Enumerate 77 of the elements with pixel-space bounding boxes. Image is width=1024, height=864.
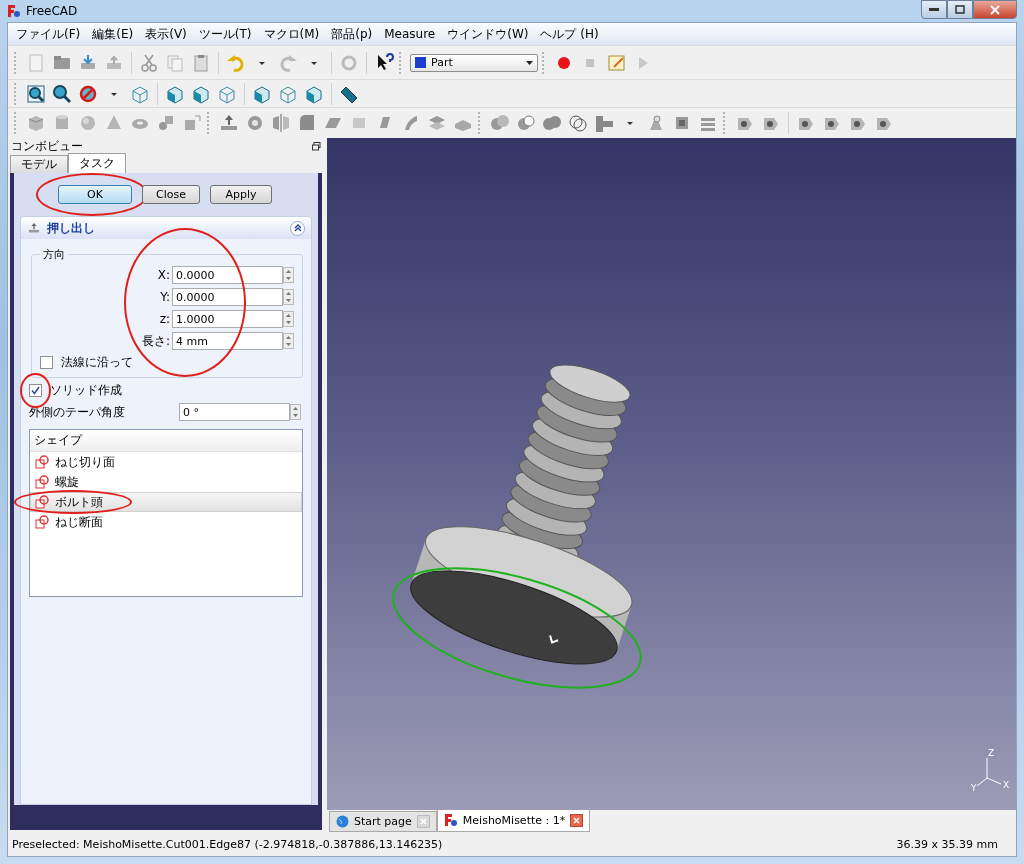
menu-item[interactable]: 表示(V) (139, 25, 193, 43)
list-item[interactable]: ねじ断面 (30, 512, 302, 532)
tab-close-button[interactable] (570, 813, 584, 827)
menu-item[interactable]: マクロ(M) (257, 25, 326, 43)
field-label: Y: (160, 290, 170, 304)
float-icon[interactable] (312, 141, 321, 151)
spin-field[interactable]: 4 mm (172, 332, 283, 350)
checkbox[interactable] (29, 384, 42, 397)
spin-arrows-icon[interactable] (283, 311, 294, 327)
checkbox-label: ソリッド作成 (50, 382, 122, 399)
spin-arrows-icon[interactable] (283, 333, 294, 349)
extrude-icon (27, 221, 41, 235)
spin-field[interactable]: 0 ° (179, 403, 290, 421)
workbench-dropdown[interactable]: Part (410, 53, 538, 72)
menu-item[interactable]: ツール(T) (192, 25, 258, 43)
document-tab[interactable]: Start page (329, 811, 437, 832)
field-label: 長さ: (141, 332, 170, 350)
shape-icon (35, 515, 49, 529)
mirror-icon[interactable] (270, 112, 292, 134)
menu-item[interactable]: ファイル(F) (10, 25, 87, 43)
minimize-icon (929, 7, 939, 12)
status-dimensions: 36.39 x 35.39 mm (896, 837, 998, 851)
panel-tab[interactable]: タスク (68, 153, 126, 173)
list-item[interactable]: ボルト頭 (30, 492, 302, 512)
close-icon (419, 818, 427, 825)
fit-all-icon[interactable] (25, 82, 47, 105)
collapse-button[interactable] (290, 220, 305, 236)
dialog-button[interactable]: Close (142, 185, 200, 204)
minimize-button[interactable] (921, 0, 947, 19)
spin-arrows-icon[interactable] (290, 404, 301, 420)
dock-title: コンボビュー (11, 137, 83, 155)
field-label: z: (159, 312, 170, 326)
panel-title: 押し出し (47, 219, 95, 237)
menu-item[interactable]: Measure (378, 27, 442, 41)
annotation-ellipse (20, 373, 51, 408)
spin-arrows-icon[interactable] (283, 267, 294, 283)
axis-label: Z (988, 748, 995, 758)
spin-field[interactable]: 0.0000 (172, 288, 283, 306)
field-label: 外側のテーパ角度 (29, 403, 125, 421)
group-title: 方向 (42, 247, 66, 262)
status-message: Preselected: MeishoMisette.Cut001.Edge87 (-2.974818,-0.387886,13.146235) (12, 837, 443, 851)
maximize-button[interactable] (947, 0, 973, 19)
chevrons-icon (293, 224, 302, 232)
list-item[interactable]: ねじ切り面 (30, 452, 302, 472)
field-label: X: (157, 268, 170, 282)
spin-field[interactable]: 0.0000 (172, 266, 283, 284)
axis-label: Y (971, 783, 977, 793)
menu-item[interactable]: ヘルプ (H) (534, 25, 605, 43)
axis-label: X (1003, 780, 1010, 790)
document-tab[interactable]: MeishoMisette : 1* (436, 809, 591, 832)
list-item[interactable]: 螺旋 (30, 472, 302, 492)
checkbox-label: 法線に沿って (61, 354, 133, 371)
shape-icon (35, 475, 49, 489)
axis-indicator (976, 757, 1002, 787)
spin-field[interactable]: 1.0000 (172, 310, 283, 328)
app-logo-icon (443, 813, 458, 827)
globe-icon (336, 815, 349, 828)
maximize-icon (955, 5, 965, 14)
close-icon (573, 816, 581, 824)
dialog-button[interactable]: OK (58, 185, 132, 204)
spin-arrows-icon[interactable] (283, 289, 294, 305)
close-icon (990, 4, 1000, 15)
app-logo-icon (7, 4, 21, 18)
caret-icon (526, 60, 533, 65)
menu-item[interactable]: 編集(E) (86, 25, 140, 43)
checkbox[interactable] (40, 356, 53, 369)
shape-icon (35, 455, 49, 469)
menu-item[interactable]: ウインドウ(W) (441, 25, 535, 43)
window-title: FreeCAD (26, 4, 78, 18)
dialog-button[interactable]: Apply (210, 185, 272, 204)
zoom-icon[interactable] (51, 82, 73, 105)
menu-item[interactable]: 部品(p) (325, 25, 379, 43)
close-button[interactable] (973, 0, 1017, 19)
intersection-icon[interactable] (567, 112, 589, 134)
cube-icon (415, 57, 426, 68)
shape-icon (35, 495, 49, 509)
panel-tab[interactable]: モデル (10, 155, 68, 173)
